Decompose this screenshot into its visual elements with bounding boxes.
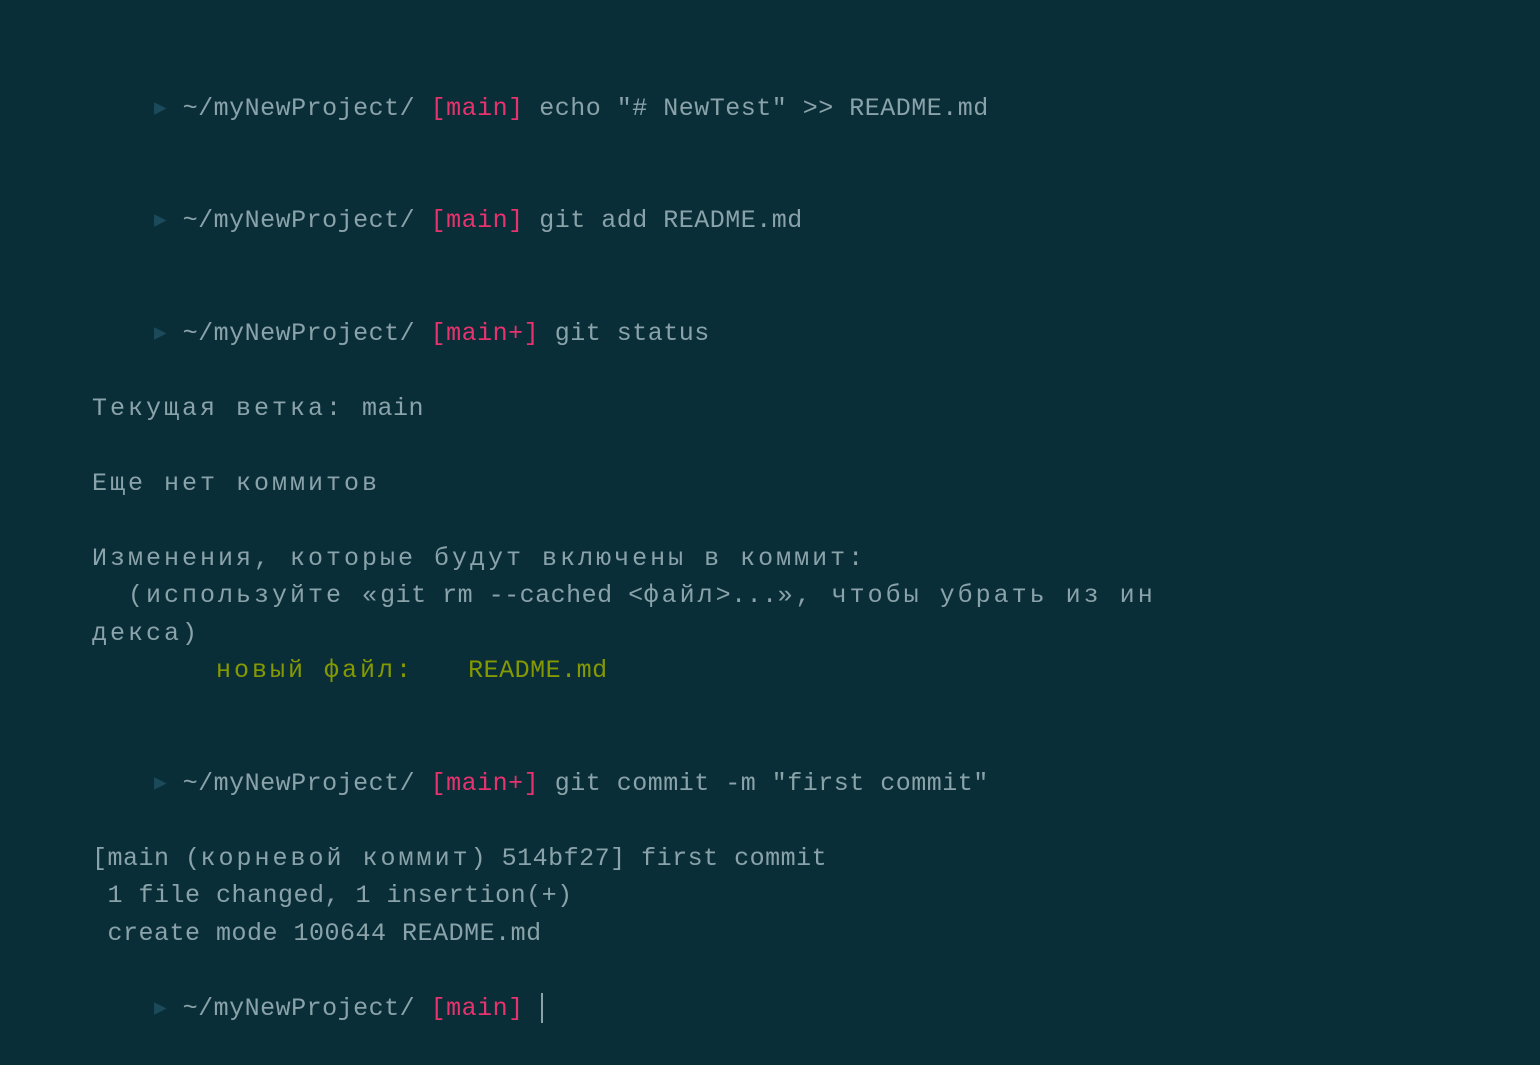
command-text: git commit -m "first commit"	[555, 769, 989, 798]
git-branch: [main]	[431, 206, 524, 235]
git-branch: [main+]	[431, 769, 540, 798]
cwd: ~/myNewProject/	[183, 769, 416, 798]
output-create-mode: create mode 100644 README.md	[92, 915, 1448, 953]
output-file-changed: 1 file changed, 1 insertion(+)	[92, 877, 1448, 915]
git-branch: [main+]	[431, 319, 540, 348]
prompt-line-3: ▸ ~/myNewProject/ [main+] git status	[92, 277, 1448, 390]
prompt-arrow-icon: ▸	[154, 206, 167, 235]
git-branch: [main]	[431, 994, 524, 1023]
output-hint-line: (используйте «git rm --cached <файл>...»…	[92, 577, 1448, 615]
blank-line	[92, 502, 1448, 540]
command-text: echo "# NewTest" >> README.md	[539, 94, 989, 123]
prompt-line-4: ▸ ~/myNewProject/ [main+] git commit -m …	[92, 727, 1448, 840]
output-hint-line-2: декса)	[92, 615, 1448, 653]
output-commit-result: [main (корневой коммит) 514bf27] first c…	[92, 840, 1448, 878]
blank-line	[92, 690, 1448, 728]
prompt-arrow-icon: ▸	[154, 994, 167, 1023]
prompt-arrow-icon: ▸	[154, 319, 167, 348]
output-current-branch: Текущая ветка: main	[92, 390, 1448, 428]
prompt-arrow-icon: ▸	[154, 94, 167, 123]
command-text: git status	[555, 319, 710, 348]
prompt-line-2: ▸ ~/myNewProject/ [main] git add README.…	[92, 165, 1448, 278]
prompt-line-1: ▸ ~/myNewProject/ [main] echo "# NewTest…	[92, 52, 1448, 165]
output-changes-header: Изменения, которые будут включены в комм…	[92, 540, 1448, 578]
output-no-commits: Еще нет коммитов	[92, 465, 1448, 503]
new-file-label: новый файл:	[216, 656, 468, 685]
prompt-arrow-icon: ▸	[154, 769, 167, 798]
output-new-file: новый файл: README.md	[92, 652, 1448, 690]
new-file-name: README.md	[468, 656, 608, 685]
cwd: ~/myNewProject/	[183, 319, 416, 348]
cwd: ~/myNewProject/	[183, 206, 416, 235]
blank-line	[92, 427, 1448, 465]
cwd: ~/myNewProject/	[183, 994, 416, 1023]
cwd: ~/myNewProject/	[183, 94, 416, 123]
cursor-icon	[541, 993, 543, 1023]
git-branch: [main]	[431, 94, 524, 123]
prompt-line-current[interactable]: ▸ ~/myNewProject/ [main]	[92, 952, 1448, 1065]
terminal-output[interactable]: ▸ ~/myNewProject/ [main] echo "# NewTest…	[92, 52, 1448, 1065]
command-text: git add README.md	[539, 206, 803, 235]
